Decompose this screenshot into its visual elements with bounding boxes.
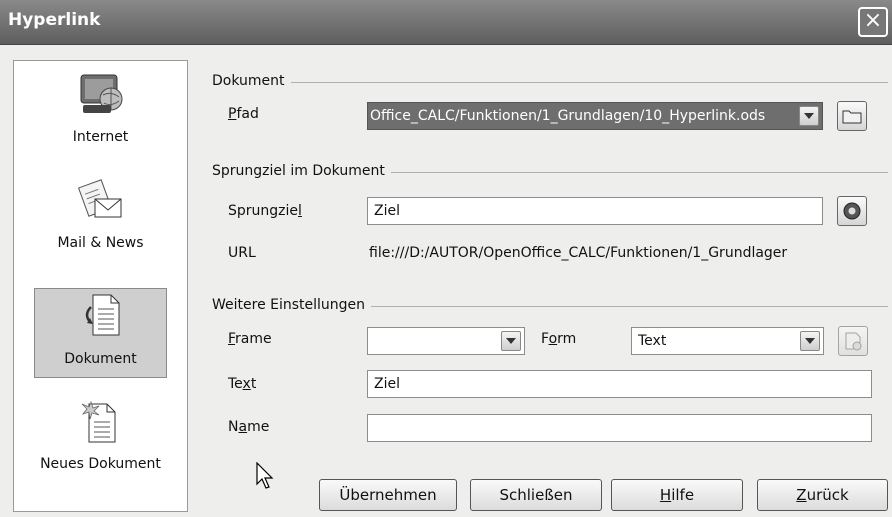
folder-icon xyxy=(842,110,862,124)
target-icon xyxy=(843,202,861,220)
events-icon xyxy=(845,332,862,351)
group-separator xyxy=(212,82,888,83)
title-bar: Hyperlink × xyxy=(0,0,892,45)
text-label: Text xyxy=(228,376,257,392)
form-label: Form xyxy=(541,331,577,347)
frame-combobox[interactable] xyxy=(367,327,525,355)
sidebar-item-label: Dokument xyxy=(64,351,137,367)
mail-news-icon xyxy=(77,179,121,218)
pfad-label: Pfad xyxy=(228,106,259,122)
window-title: Hyperlink xyxy=(8,10,101,30)
sidebar-item-dokument[interactable]: Dokument xyxy=(34,288,167,378)
group-title-sprungziel: Sprungziel im Dokument xyxy=(212,163,391,179)
sidebar-item-neues-dokument[interactable]: Neues Dokument xyxy=(14,394,187,484)
url-value: file:///D:/AUTOR/OpenOffice_CALC/Funktio… xyxy=(369,245,788,261)
document-icon xyxy=(85,294,119,336)
chevron-down-icon[interactable] xyxy=(501,331,521,351)
sidebar-item-label: Neues Dokument xyxy=(40,456,161,472)
sidebar-item-mail-news[interactable]: Mail & News xyxy=(14,173,187,263)
internet-icon xyxy=(80,74,122,113)
text-input[interactable]: Ziel xyxy=(367,370,872,398)
events-button[interactable] xyxy=(838,326,868,356)
pfad-combobox[interactable]: Office_CALC/Funktionen/1_Grundlagen/10_H… xyxy=(367,102,823,130)
new-document-icon xyxy=(81,400,115,443)
hyperlink-type-sidebar: Internet Mail & News Dokument Neues Doku… xyxy=(13,60,188,512)
sidebar-item-label: Mail & News xyxy=(57,235,144,251)
open-file-button[interactable] xyxy=(837,101,867,131)
close-button[interactable]: Schließen xyxy=(470,479,602,511)
chevron-down-icon[interactable] xyxy=(800,331,820,351)
pfad-value: Office_CALC/Funktionen/1_Grundlagen/10_H… xyxy=(370,108,766,124)
url-label: URL xyxy=(228,245,256,261)
target-in-document-button[interactable] xyxy=(837,196,867,226)
sprungziel-input[interactable]: Ziel xyxy=(367,197,823,225)
form-value: Text xyxy=(638,333,667,349)
name-input[interactable] xyxy=(367,414,872,442)
group-title-dokument: Dokument xyxy=(212,73,291,89)
form-combobox[interactable]: Text xyxy=(631,327,824,355)
frame-label: Frame xyxy=(228,331,272,347)
name-label: Name xyxy=(228,419,270,435)
close-icon[interactable]: × xyxy=(858,7,888,37)
apply-button[interactable]: Übernehmen xyxy=(319,479,457,511)
chevron-down-icon[interactable] xyxy=(799,106,819,126)
back-button[interactable]: Zurück xyxy=(757,479,888,511)
help-button[interactable]: Hilfe xyxy=(611,479,743,511)
group-title-weitere: Weitere Einstellungen xyxy=(212,297,372,313)
sprungziel-label: Sprungziel xyxy=(228,203,302,219)
mouse-pointer-icon xyxy=(256,462,274,489)
sidebar-item-label: Internet xyxy=(72,129,129,145)
sidebar-item-internet[interactable]: Internet xyxy=(14,67,187,157)
